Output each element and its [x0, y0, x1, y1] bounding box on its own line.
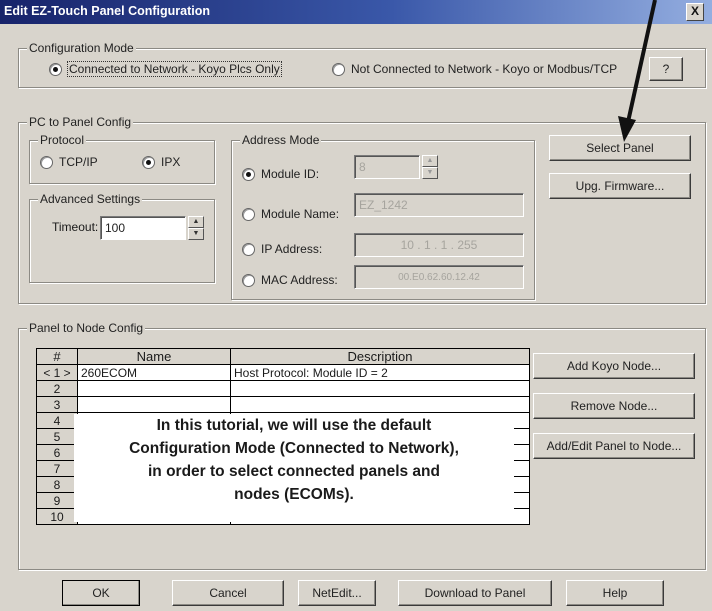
- arrow-shaft: [626, 0, 657, 123]
- arrow-head-icon: [618, 116, 636, 142]
- annotation-arrow: [618, 0, 657, 142]
